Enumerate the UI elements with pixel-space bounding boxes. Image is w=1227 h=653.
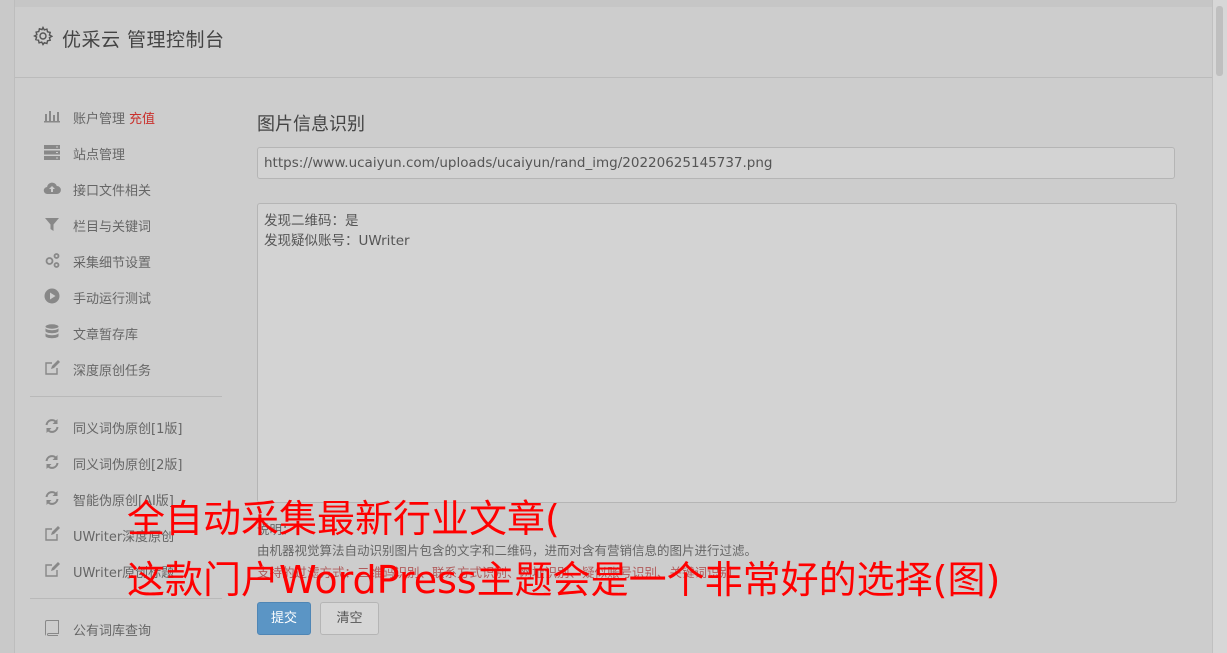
sidebar-item-interface-files[interactable]: 接口文件相关 [30, 170, 222, 206]
left-gutter [0, 0, 15, 653]
scrollbar[interactable] [1212, 0, 1227, 653]
sidebar-item-label: 同义词伪原创[1版] [73, 422, 183, 437]
sidebar-item-label: 手动运行测试 [73, 292, 152, 307]
page-header: 优采云 管理控制台 [15, 7, 1212, 78]
refresh-icon [43, 489, 61, 507]
sidebar-item-label: 深度原创任务 [73, 364, 152, 379]
sidebar-item-label: 接口文件相关 [73, 184, 152, 199]
filter-icon [43, 215, 61, 233]
refresh-icon [43, 453, 61, 471]
sidebar-item-sites[interactable]: 站点管理 [30, 134, 222, 170]
bar-chart-icon [43, 107, 61, 125]
sidebar-item-label: 账户管理 [73, 112, 126, 127]
cloud-upload-icon [43, 179, 61, 197]
sidebar-item-public-lexicon[interactable]: 公有词库查询 [30, 610, 222, 646]
section-title: 图片信息识别 [257, 114, 365, 135]
description-text: 由机器视觉算法自动识别图片包含的文字和二维码，进而对含有营销信息的图片进行过滤。 [257, 543, 758, 558]
sidebar-item-synonym-v2[interactable]: 同义词伪原创[2版] [30, 444, 222, 480]
sidebar-item-synonym-v1[interactable]: 同义词伪原创[1版] [30, 408, 222, 444]
result-line: 发现疑似账号：UWriter [264, 233, 410, 249]
top-strip [0, 0, 1227, 7]
edit-icon [43, 359, 61, 377]
sidebar-item-account[interactable]: 账户管理 充值 [30, 98, 222, 134]
sidebar-item-label: 站点管理 [73, 148, 126, 163]
gear-icon [32, 25, 54, 46]
result-line: 发现二维码：是 [264, 213, 359, 229]
recharge-link[interactable]: 充值 [129, 112, 155, 127]
sidebar-item-label: 公有词库查询 [73, 624, 152, 639]
sidebar-item-deep-original-task[interactable]: 深度原创任务 [30, 350, 222, 386]
overlay-caption-line2: 这款门户WordPress主题会是一个非常好的选择(图) [127, 558, 1001, 602]
sidebar-item-label: 同义词伪原创[2版] [73, 458, 183, 473]
sidebar-item-label: 文章暂存库 [73, 328, 139, 343]
sidebar-item-label: 采集细节设置 [73, 256, 152, 271]
sidebar-divider [30, 396, 222, 397]
cogs-icon [43, 251, 61, 269]
play-circle-icon [43, 287, 61, 305]
sidebar-item-collect-settings[interactable]: 采集细节设置 [30, 242, 222, 278]
database-icon [43, 323, 61, 341]
book-icon [43, 619, 61, 637]
scrollbar-thumb[interactable] [1216, 6, 1223, 76]
result-textarea[interactable]: 发现二维码：是 发现疑似账号：UWriter [257, 203, 1177, 503]
image-url-input[interactable]: https://www.ucaiyun.com/uploads/ucaiyun/… [257, 147, 1175, 179]
sidebar-item-label: 栏目与关键词 [73, 220, 152, 235]
sidebar-item-manual-run[interactable]: 手动运行测试 [30, 278, 222, 314]
overlay-caption-line1: 全自动采集最新行业文章( [127, 497, 560, 541]
clear-button[interactable]: 清空 [320, 602, 379, 635]
page-title: 优采云 管理控制台 [62, 29, 225, 51]
refresh-icon [43, 417, 61, 435]
edit-icon [43, 561, 61, 579]
edit-icon [43, 525, 61, 543]
submit-button[interactable]: 提交 [257, 602, 311, 635]
sidebar-item-columns-keywords[interactable]: 栏目与关键词 [30, 206, 222, 242]
sidebar-item-article-storage[interactable]: 文章暂存库 [30, 314, 222, 350]
server-icon [43, 143, 61, 161]
